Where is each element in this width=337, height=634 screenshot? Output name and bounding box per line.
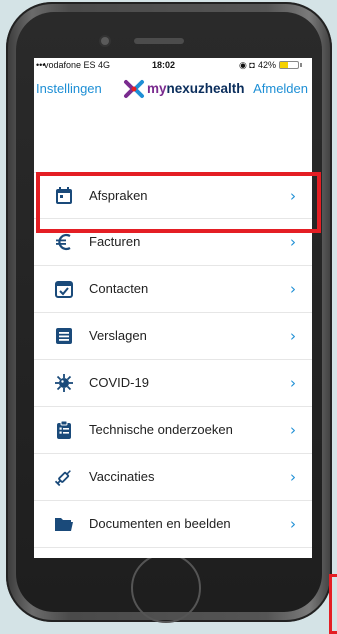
- highlight-box-partial: [329, 574, 337, 634]
- brand-name: mynexuzhealth: [147, 81, 245, 96]
- calendar-check-icon: [55, 281, 73, 298]
- list-icon: [56, 328, 72, 344]
- menu-item-label: COVID-19: [89, 375, 149, 390]
- navigation-bar: Instellingen mynexuzhealth Afmelden: [34, 78, 312, 102]
- menu-item-label: Vaccinaties: [89, 469, 155, 484]
- battery-icon: [279, 61, 299, 69]
- menu-item-verslagen[interactable]: Verslagen ›: [34, 313, 312, 360]
- chevron-right-icon: ›: [290, 374, 296, 392]
- menu-item-contacten[interactable]: Contacten ›: [34, 266, 312, 313]
- highlight-box: [36, 172, 321, 233]
- chevron-right-icon: ›: [290, 233, 296, 251]
- chevron-right-icon: ›: [290, 468, 296, 486]
- euro-icon: [56, 233, 71, 251]
- menu-item-vaccinaties[interactable]: Vaccinaties ›: [34, 454, 312, 501]
- settings-link[interactable]: Instellingen: [36, 81, 102, 96]
- chevron-right-icon: ›: [290, 421, 296, 439]
- app-screen: ••• vodafone ES 4G 18:02 ◉ ◘ 42% Instell…: [34, 58, 312, 558]
- chevron-right-icon: ›: [290, 280, 296, 298]
- menu-item-label: Contacten: [89, 281, 149, 296]
- status-bar: ••• vodafone ES 4G 18:02 ◉ ◘ 42%: [34, 58, 312, 72]
- menu-item-label: Technische onderzoeken: [89, 422, 233, 437]
- brand-prefix: my: [147, 81, 167, 96]
- clipboard-icon: [57, 420, 71, 439]
- chevron-right-icon: ›: [290, 327, 296, 345]
- logout-link[interactable]: Afmelden: [253, 81, 308, 96]
- virus-icon: [55, 374, 73, 392]
- menu-item-technische-onderzoeken[interactable]: Technische onderzoeken ›: [34, 407, 312, 454]
- folder-icon: [55, 518, 73, 531]
- syringe-icon: [54, 470, 71, 487]
- home-button[interactable]: [131, 553, 201, 623]
- battery-level: [280, 62, 288, 68]
- menu-item-label: Verslagen: [89, 328, 147, 343]
- menu-item-label: Facturen: [89, 234, 141, 249]
- brand-suffix: nexuzhealth: [166, 81, 245, 96]
- menu-item-covid-19[interactable]: COVID-19 ›: [34, 360, 312, 407]
- chevron-right-icon: ›: [290, 515, 296, 533]
- alarm-icon: ◉ ◘: [239, 60, 255, 70]
- battery-tip: [300, 63, 302, 67]
- carrier-label: vodafone ES 4G: [44, 60, 111, 70]
- nexuzhealth-logo-icon: [124, 80, 144, 98]
- menu-item-documenten-en-beelden[interactable]: Documenten en beelden ›: [34, 501, 312, 548]
- menu-item-label: Documenten en beelden: [89, 516, 231, 531]
- speaker-grille: [134, 38, 184, 44]
- clock: 18:02: [152, 60, 176, 70]
- camera-icon: [101, 37, 109, 45]
- battery-percentage: 42%: [258, 60, 277, 70]
